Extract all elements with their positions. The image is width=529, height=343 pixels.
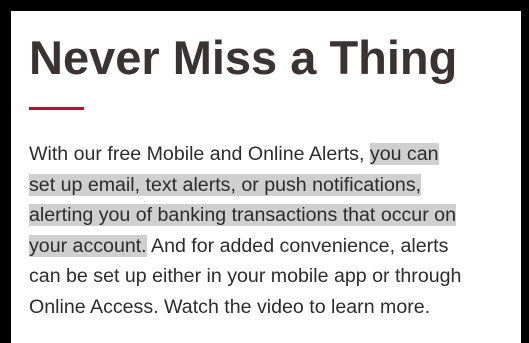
selected-text: your account. bbox=[29, 234, 147, 257]
paragraph-text: With our free Mobile and Online Alerts, bbox=[29, 143, 365, 165]
paragraph-line-5: can be set up either in your mobile app … bbox=[29, 261, 519, 292]
selected-text: you can bbox=[369, 143, 439, 165]
alerts-description-paragraph: With our free Mobile and Online Alerts, … bbox=[29, 139, 519, 322]
paragraph-text: And for added convenience, alerts bbox=[146, 234, 449, 257]
paragraph-line-2: set up email, text alerts, or push notif… bbox=[29, 170, 519, 201]
paragraph-text: Online Access. Watch the video to learn … bbox=[29, 295, 431, 318]
content-panel: Never Miss a Thing With our free Mobile … bbox=[11, 11, 521, 343]
paragraph-line-1: With our free Mobile and Online Alerts, … bbox=[29, 139, 519, 170]
page-heading: Never Miss a Thing bbox=[29, 31, 458, 84]
paragraph-line-4: your account. And for added convenience,… bbox=[29, 231, 519, 262]
paragraph-line-3: alerting you of banking transactions tha… bbox=[29, 200, 519, 231]
paragraph-line-6: Online Access. Watch the video to learn … bbox=[29, 292, 519, 323]
heading-accent-rule bbox=[29, 107, 84, 110]
paragraph-text: can be set up either in your mobile app … bbox=[29, 265, 462, 287]
selected-text: set up email, text alerts, or push notif… bbox=[29, 173, 422, 196]
selected-text: alerting you of banking transactions tha… bbox=[29, 204, 456, 226]
